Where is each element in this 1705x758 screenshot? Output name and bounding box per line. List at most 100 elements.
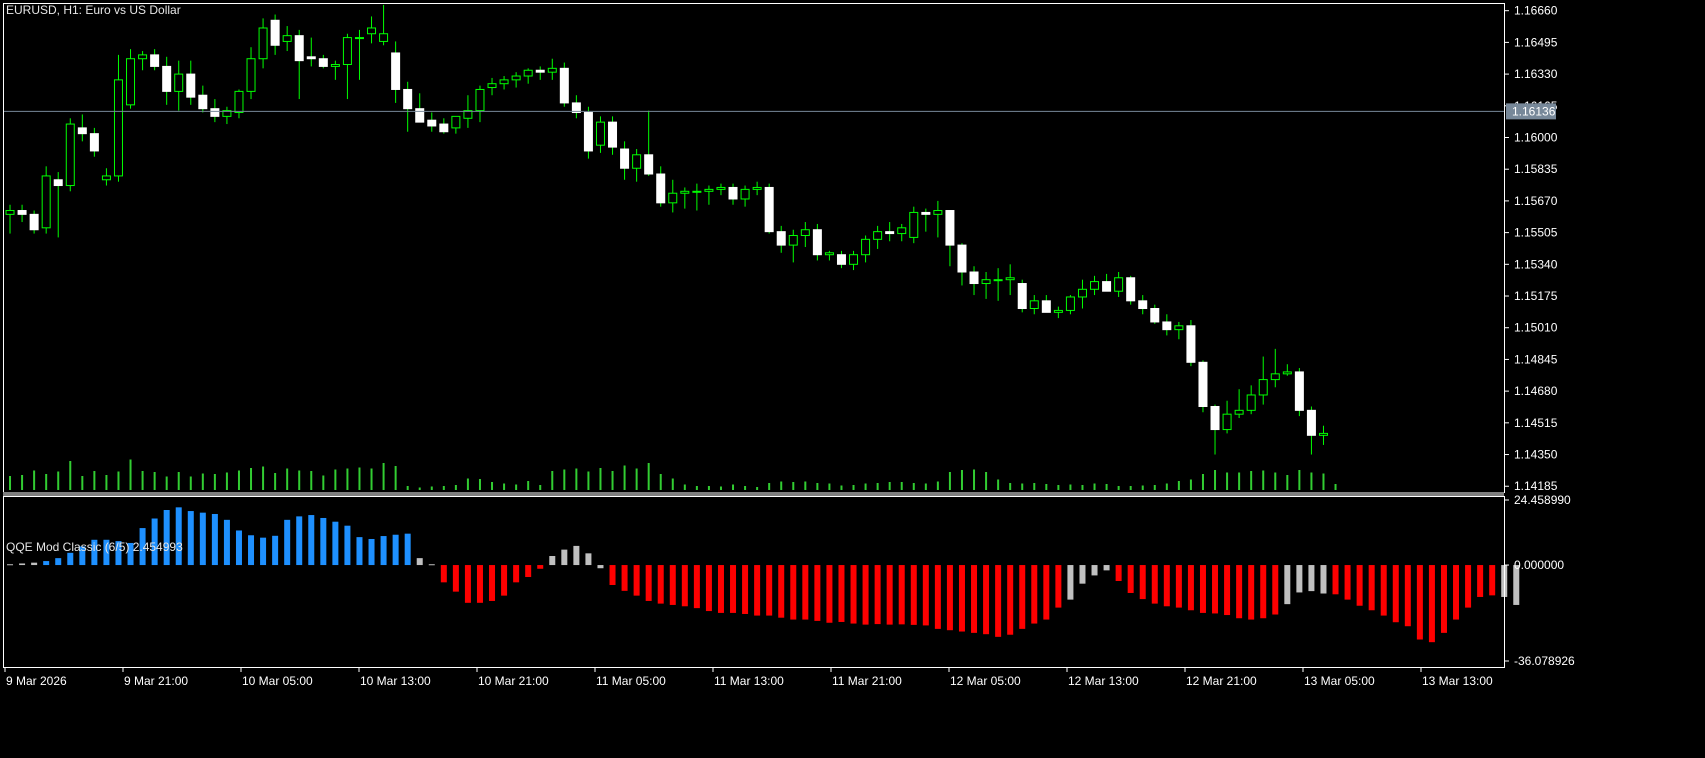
- candle-body: [150, 54, 160, 67]
- qqe-histogram-bar: [971, 565, 978, 633]
- candle-body: [427, 119, 437, 127]
- candle-body: [788, 234, 798, 246]
- qqe-histogram-bar: [790, 565, 797, 620]
- candle-body: [632, 154, 642, 169]
- price-chart-svg[interactable]: 1.166601.164951.163301.161651.160001.158…: [0, 0, 1705, 753]
- qqe-histogram-bar: [754, 565, 761, 616]
- candle-body: [595, 121, 605, 146]
- candle-body: [198, 94, 208, 110]
- qqe-histogram-bar: [223, 519, 230, 566]
- qqe-histogram-bar: [1344, 565, 1351, 600]
- candle-body: [1053, 309, 1063, 313]
- time-tick-label: 12 Mar 13:00: [1068, 674, 1139, 688]
- qqe-histogram-bar: [1091, 565, 1098, 576]
- candle-body: [1102, 281, 1112, 292]
- time-tick-label: 9 Mar 21:00: [124, 674, 188, 688]
- candle-body: [824, 252, 834, 256]
- candle: [65, 118, 75, 192]
- candle-body: [126, 58, 136, 106]
- candle-body: [270, 19, 280, 46]
- candle-body: [716, 186, 726, 190]
- candle-body: [318, 58, 328, 67]
- candle-body: [559, 67, 569, 104]
- price-tick-label: 1.15670: [1514, 194, 1558, 208]
- price-tick-label: 1.14680: [1514, 384, 1558, 398]
- candle-body: [608, 121, 618, 148]
- price-tick-label: 1.15505: [1514, 226, 1558, 240]
- candle-body: [487, 83, 497, 89]
- qqe-histogram-bar: [573, 545, 580, 566]
- candle-body: [1270, 373, 1280, 381]
- candle-body: [945, 210, 955, 246]
- candle-body: [1138, 300, 1148, 310]
- qqe-histogram-bar: [525, 565, 532, 578]
- qqe-histogram-bar: [681, 565, 688, 607]
- candle-body: [258, 27, 268, 60]
- candle-body: [65, 123, 75, 187]
- qqe-tick-label: 24.458990: [1514, 493, 1571, 507]
- candle-body: [740, 188, 750, 200]
- qqe-histogram-bar: [320, 517, 327, 566]
- qqe-histogram-bar: [826, 565, 833, 623]
- price-tick-label: 1.15010: [1514, 321, 1558, 335]
- candle-body: [1150, 308, 1160, 323]
- qqe-histogram-bar: [621, 565, 628, 591]
- qqe-histogram-bar: [1356, 565, 1363, 606]
- qqe-histogram-bar: [717, 565, 724, 613]
- candle-body: [981, 279, 991, 285]
- candle-body: [1294, 371, 1304, 411]
- qqe-histogram-bar: [476, 565, 483, 603]
- candle-body: [391, 52, 401, 90]
- candle-body: [1114, 277, 1124, 292]
- candle-body: [644, 154, 654, 175]
- qqe-histogram-bar: [1007, 565, 1014, 635]
- candle-body: [330, 63, 340, 67]
- candle: [559, 62, 569, 107]
- qqe-histogram-bar: [946, 565, 953, 631]
- qqe-histogram-bar: [886, 565, 893, 625]
- indicator-title: QQE Mod Classic (6/5) 2.454993: [6, 540, 183, 554]
- candle-body: [776, 231, 786, 246]
- candle-body: [668, 192, 678, 204]
- qqe-histogram-bar: [1440, 565, 1447, 633]
- candle-body: [692, 190, 702, 193]
- qqe-histogram-bar: [1151, 565, 1158, 604]
- qqe-histogram-bar: [645, 565, 652, 601]
- time-tick-label: 11 Mar 21:00: [832, 674, 902, 688]
- qqe-histogram-bar: [561, 549, 568, 566]
- qqe-histogram-bar: [452, 565, 459, 592]
- qqe-histogram-bar: [260, 537, 267, 566]
- qqe-histogram-bar: [1175, 565, 1182, 608]
- qqe-histogram-bar: [730, 565, 737, 613]
- qqe-histogram-bar: [958, 565, 965, 632]
- qqe-histogram-bar: [368, 538, 375, 566]
- qqe-histogram-bar: [1368, 565, 1375, 611]
- qqe-histogram-bar: [597, 565, 604, 569]
- qqe-histogram-bar: [609, 565, 616, 585]
- candle: [583, 106, 593, 159]
- qqe-histogram-bar: [1019, 565, 1026, 629]
- qqe-histogram-bar: [802, 565, 809, 620]
- candle-body: [499, 79, 509, 85]
- candle-body: [1306, 409, 1316, 436]
- time-tick-label: 12 Mar 05:00: [950, 674, 1021, 688]
- qqe-histogram-bar: [910, 565, 917, 625]
- qqe-tick-label: -36.078926: [1514, 654, 1575, 668]
- qqe-histogram-bar: [1404, 565, 1411, 627]
- candle-body: [764, 186, 774, 233]
- candle-body: [17, 210, 27, 215]
- qqe-histogram-bar: [862, 565, 869, 625]
- qqe-histogram-bar: [850, 565, 857, 624]
- candle-body: [1077, 288, 1087, 298]
- candle: [1017, 279, 1027, 313]
- candle-body: [933, 210, 943, 215]
- candle-body: [704, 188, 714, 192]
- candle-body: [1041, 300, 1051, 313]
- qqe-histogram-bar: [983, 565, 990, 635]
- qqe-histogram-bar: [1465, 565, 1472, 608]
- qqe-histogram-bar: [1428, 565, 1435, 643]
- qqe-histogram-bar: [1453, 565, 1460, 620]
- qqe-histogram-bar: [838, 565, 845, 622]
- qqe-histogram-bar: [1031, 565, 1038, 624]
- qqe-histogram-bar: [187, 511, 194, 566]
